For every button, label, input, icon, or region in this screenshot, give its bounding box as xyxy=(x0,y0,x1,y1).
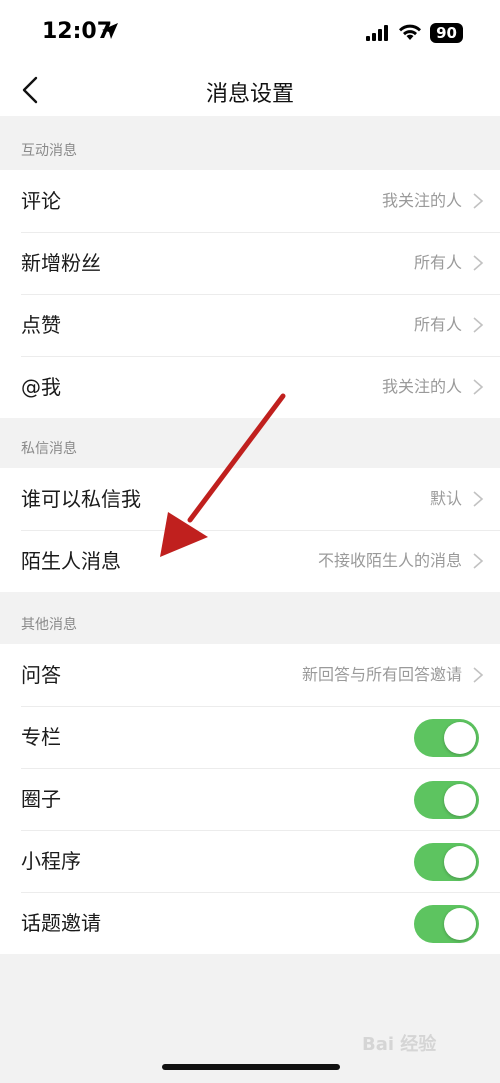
chevron-right-icon xyxy=(473,317,484,333)
chevron-right-icon xyxy=(473,193,484,209)
setting-row-likes[interactable]: 点赞 所有人 xyxy=(0,294,500,356)
mini-program-toggle[interactable] xyxy=(414,843,479,881)
page-title: 消息设置 xyxy=(205,82,294,107)
section-header-interaction: 互动消息 xyxy=(21,143,77,159)
toggle-knob xyxy=(444,846,476,878)
battery-level: 90 xyxy=(436,24,457,42)
row-label: 小程序 xyxy=(21,849,81,873)
chevron-right-icon xyxy=(473,667,484,683)
location-arrow-icon xyxy=(102,23,118,39)
setting-row-mini-program: 小程序 xyxy=(0,830,500,892)
row-label: 谁可以私信我 xyxy=(21,487,141,511)
setting-row-qa[interactable]: 问答 新回答与所有回答邀请 xyxy=(0,644,500,706)
group-other: 问答 新回答与所有回答邀请 专栏 圈子 小程序 话题邀请 xyxy=(0,644,500,954)
wifi-icon xyxy=(399,24,421,40)
setting-row-topic-invite: 话题邀请 xyxy=(0,892,500,954)
row-value: 新回答与所有回答邀请 xyxy=(301,665,462,684)
circle-toggle[interactable] xyxy=(414,781,479,819)
setting-row-column: 专栏 xyxy=(0,706,500,768)
group-private: 谁可以私信我 默认 陌生人消息 不接收陌生人的消息 xyxy=(0,468,500,592)
row-value: 所有人 xyxy=(413,315,462,334)
cellular-signal-icon xyxy=(366,25,388,41)
section-header-other: 其他消息 xyxy=(21,617,77,633)
topic-invite-toggle[interactable] xyxy=(414,905,479,943)
row-label: @我 xyxy=(21,375,61,399)
setting-row-comment[interactable]: 评论 我关注的人 xyxy=(0,170,500,232)
row-label: 点赞 xyxy=(21,313,61,337)
row-value: 所有人 xyxy=(413,253,462,272)
home-indicator[interactable] xyxy=(162,1064,340,1070)
setting-row-stranger-messages[interactable]: 陌生人消息 不接收陌生人的消息 xyxy=(0,530,500,592)
chevron-right-icon xyxy=(473,379,484,395)
row-label: 新增粉丝 xyxy=(21,251,101,275)
battery-indicator: 90 xyxy=(430,23,463,43)
row-label: 圈子 xyxy=(21,787,61,811)
setting-row-new-followers[interactable]: 新增粉丝 所有人 xyxy=(0,232,500,294)
row-label: 问答 xyxy=(21,663,61,687)
chevron-right-icon xyxy=(473,255,484,271)
toggle-knob xyxy=(444,908,476,940)
toggle-knob xyxy=(444,722,476,754)
row-value: 我关注的人 xyxy=(381,191,462,210)
row-label: 陌生人消息 xyxy=(21,549,121,573)
setting-row-circle: 圈子 xyxy=(0,768,500,830)
setting-row-mentions[interactable]: @我 我关注的人 xyxy=(0,356,500,418)
row-label: 专栏 xyxy=(21,725,61,749)
setting-row-who-can-message[interactable]: 谁可以私信我 默认 xyxy=(0,468,500,530)
row-label: 评论 xyxy=(21,189,61,213)
nav-bar: 消息设置 xyxy=(0,62,500,116)
chevron-right-icon xyxy=(473,491,484,507)
toggle-knob xyxy=(444,784,476,816)
watermark-logo: Bai 经验 xyxy=(362,1034,437,1055)
section-header-private: 私信消息 xyxy=(21,441,77,457)
status-bar: 12:07 90 xyxy=(0,0,500,62)
row-value: 默认 xyxy=(429,489,462,508)
row-value: 我关注的人 xyxy=(381,377,462,396)
group-interaction: 评论 我关注的人 新增粉丝 所有人 点赞 所有人 @我 我关注的人 xyxy=(0,170,500,418)
row-value: 不接收陌生人的消息 xyxy=(317,551,462,570)
row-label: 话题邀请 xyxy=(21,911,101,935)
chevron-right-icon xyxy=(473,553,484,569)
column-toggle[interactable] xyxy=(414,719,479,757)
